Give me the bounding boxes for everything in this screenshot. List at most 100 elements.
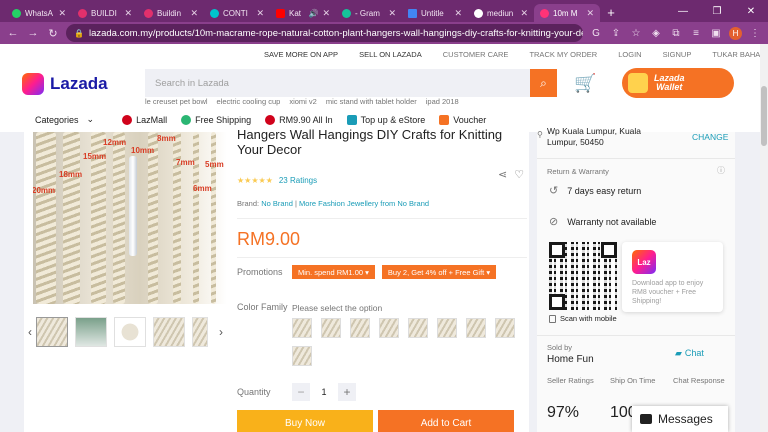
categories-dropdown[interactable]: Categories ⌄	[35, 114, 94, 125]
change-location-link[interactable]: CHANGE	[692, 132, 728, 142]
login-link[interactable]: LOGIN	[618, 50, 641, 59]
phone-icon	[549, 314, 556, 323]
seller-name[interactable]: Home Fun	[547, 354, 594, 365]
color-swatch[interactable]	[437, 318, 457, 338]
close-tab-icon[interactable]: ✕	[388, 8, 396, 19]
maximize-button[interactable]: ❐	[700, 0, 734, 22]
close-tab-icon[interactable]: ✕	[124, 8, 132, 19]
url-field[interactable]: 🔒 lazada.com.my/products/10m-macrame-rop…	[66, 24, 583, 42]
thumbnail[interactable]	[114, 317, 146, 347]
chat-button[interactable]: ▰ Chat	[675, 348, 704, 359]
tab-instagram-2[interactable]: Buildin ✕	[138, 4, 204, 22]
nav-rm990[interactable]: RM9.90 All In	[265, 114, 333, 125]
sell-on-lazada-link[interactable]: SELL ON LAZADA	[359, 50, 422, 59]
reload-icon[interactable]: ↻	[46, 27, 60, 40]
sidebar-icon[interactable]: ▣	[709, 28, 723, 39]
decrease-quantity-button[interactable]: −	[292, 383, 310, 401]
suggestion-link[interactable]: mic stand with tablet holder	[326, 97, 417, 106]
quantity-value[interactable]: 1	[310, 387, 338, 397]
color-swatch[interactable]	[466, 318, 486, 338]
color-swatch[interactable]	[408, 318, 428, 338]
color-swatch[interactable]	[379, 318, 399, 338]
close-tab-icon[interactable]: ✕	[520, 8, 528, 19]
increase-quantity-button[interactable]: +	[338, 383, 356, 401]
speaker-icon[interactable]: 🔊	[308, 9, 318, 18]
google-lens-icon[interactable]: G	[589, 28, 603, 39]
tab-docs[interactable]: Untitle ✕	[402, 4, 468, 22]
close-window-button[interactable]: ✕	[734, 0, 768, 22]
tab-instagram-1[interactable]: BUILDI ✕	[72, 4, 138, 22]
tab-google[interactable]: mediun ✕	[468, 4, 534, 22]
messages-button[interactable]: Messages	[632, 406, 728, 432]
share-icon[interactable]: ⋖	[498, 168, 507, 181]
nav-lazmall[interactable]: LazMall	[122, 114, 167, 125]
thumbnail[interactable]	[153, 317, 185, 347]
pen-image-part	[129, 156, 137, 256]
add-to-cart-button[interactable]: Add to Cart	[378, 410, 514, 432]
heart-wishlist-icon[interactable]: ♡	[514, 168, 524, 181]
color-swatch[interactable]	[350, 318, 370, 338]
nav-topup[interactable]: Top up & eStore	[346, 114, 425, 125]
app-promo-card[interactable]: Laz Download app to enjoy RM8 voucher + …	[622, 242, 723, 312]
forward-arrow-icon[interactable]: →	[26, 27, 40, 39]
back-arrow-icon[interactable]: ←	[6, 27, 20, 39]
ratings-count-link[interactable]: 23 Ratings	[279, 176, 317, 185]
save-more-on-app-link[interactable]: SAVE MORE ON APP	[264, 50, 338, 59]
color-swatch[interactable]	[321, 318, 341, 338]
lazada-wallet-banner[interactable]: Lazada Wallet	[622, 68, 734, 98]
lock-icon[interactable]: 🔒	[74, 29, 84, 38]
nav-free-shipping[interactable]: Free Shipping	[181, 114, 251, 125]
close-tab-icon[interactable]: ✕	[190, 8, 198, 19]
tab-lazada-active[interactable]: 10m M ✕	[534, 4, 600, 22]
info-icon[interactable]: ⓘ	[717, 165, 725, 176]
search-input[interactable]: Search in Lazada	[145, 69, 530, 97]
chevron-left-icon[interactable]: ‹	[24, 325, 36, 339]
tab-grammarly[interactable]: - Gram ✕	[336, 4, 402, 22]
product-main-image[interactable]: 12mm 10mm 8mm 15mm 7mm 5mm 18mm 6mm 20mm	[33, 132, 227, 304]
color-swatch[interactable]	[292, 318, 312, 338]
close-tab-icon[interactable]: ✕	[58, 8, 66, 19]
size-label: 6mm	[193, 184, 212, 193]
share-icon[interactable]: ⇪	[609, 28, 623, 39]
scrollbar-thumb[interactable]	[761, 86, 767, 146]
thumbnail[interactable]	[192, 317, 208, 347]
cart-icon[interactable]: 🛒	[574, 73, 596, 94]
thumbnail[interactable]	[75, 317, 107, 347]
customer-care-link[interactable]: CUSTOMER CARE	[443, 50, 509, 59]
reading-list-icon[interactable]: ≡	[689, 28, 703, 39]
suggestion-link[interactable]: ipad 2018	[426, 97, 459, 106]
tab-whatsapp[interactable]: WhatsA ✕	[6, 4, 72, 22]
topup-icon	[346, 114, 357, 125]
promo-tag-min-spend[interactable]: Min. spend RM1.00 ▾	[292, 265, 375, 279]
tab-youtube[interactable]: Kat 🔊 ✕	[270, 4, 336, 22]
menu-dots-icon[interactable]: ⋮	[748, 28, 762, 39]
buy-now-button[interactable]: Buy Now	[237, 410, 373, 432]
extension-icon[interactable]: ◈	[649, 28, 663, 39]
extensions-puzzle-icon[interactable]: ⧉	[669, 28, 683, 39]
page-scrollbar[interactable]	[760, 44, 768, 432]
more-from-brand-link[interactable]: More Fashion Jewellery from No Brand	[299, 199, 429, 208]
color-swatch[interactable]	[292, 346, 312, 366]
close-tab-icon[interactable]: ✕	[454, 8, 462, 19]
suggestion-link[interactable]: electric cooling cup	[217, 97, 281, 106]
close-tab-icon[interactable]: ✕	[322, 8, 330, 19]
new-tab-button[interactable]: +	[600, 5, 622, 20]
chevron-right-icon[interactable]: ›	[215, 325, 227, 339]
track-my-order-link[interactable]: TRACK MY ORDER	[529, 50, 597, 59]
nav-voucher[interactable]: Voucher	[439, 114, 486, 125]
close-tab-icon[interactable]: ✕	[586, 8, 594, 19]
search-button[interactable]: ⌕	[530, 69, 557, 97]
profile-avatar[interactable]: H	[729, 26, 742, 40]
suggestion-link[interactable]: xiomi v2	[289, 97, 317, 106]
color-swatch[interactable]	[495, 318, 515, 338]
lazada-logo[interactable]: Lazada	[22, 73, 108, 95]
close-tab-icon[interactable]: ✕	[256, 8, 264, 19]
minimize-button[interactable]: —	[666, 0, 700, 22]
suggestion-link[interactable]: le creuset pet bowl	[145, 97, 208, 106]
bookmark-star-icon[interactable]: ☆	[629, 28, 643, 39]
brand-link[interactable]: No Brand	[261, 199, 293, 208]
promo-tag-buy-2[interactable]: Buy 2, Get 4% off + Free Gift ▾	[381, 265, 497, 279]
signup-link[interactable]: SIGNUP	[663, 50, 692, 59]
thumbnail[interactable]	[36, 317, 68, 347]
tab-canva[interactable]: CONTI ✕	[204, 4, 270, 22]
